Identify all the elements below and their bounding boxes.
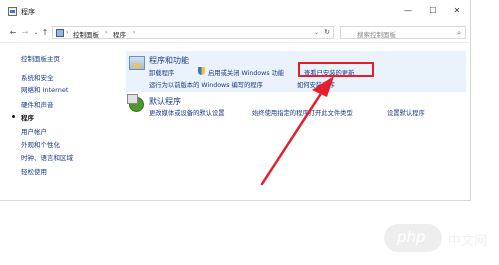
watermark-cn: 中文网 (448, 234, 488, 249)
watermark-latin: php (397, 228, 426, 246)
watermark: php 中文网 (384, 222, 494, 258)
